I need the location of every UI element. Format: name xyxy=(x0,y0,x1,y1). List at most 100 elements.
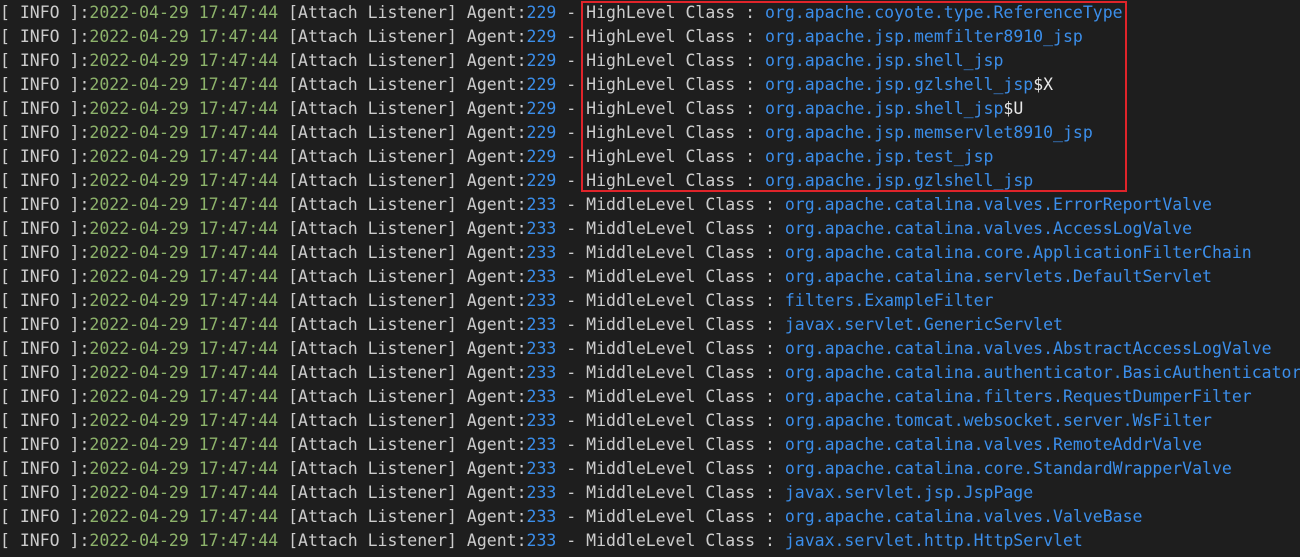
agent-id: 233 xyxy=(526,531,557,550)
log-line: [ INFO ]:2022-04-29 17:47:44 [Attach Lis… xyxy=(0,361,1300,385)
log-timestamp: 2022-04-29 17:47:44 xyxy=(89,195,279,214)
log-source: [Attach Listener] Agent: xyxy=(278,243,527,262)
log-source: [Attach Listener] Agent: xyxy=(278,171,527,190)
agent-id: 233 xyxy=(526,459,557,478)
log-separator: : xyxy=(79,315,90,334)
log-line: [ INFO ]:2022-04-29 17:47:44 [Attach Lis… xyxy=(0,49,1300,73)
log-level: [ INFO ] xyxy=(0,75,80,94)
log-timestamp: 2022-04-29 17:47:44 xyxy=(89,483,279,502)
agent-id: 233 xyxy=(526,195,557,214)
log-timestamp: 2022-04-29 17:47:44 xyxy=(89,3,279,22)
log-line: [ INFO ]:2022-04-29 17:47:44 [Attach Lis… xyxy=(0,25,1300,49)
class-level-label: - MiddleLevel Class : xyxy=(556,291,785,310)
log-separator: : xyxy=(79,171,90,190)
class-level-label: - MiddleLevel Class : xyxy=(556,219,785,238)
log-level: [ INFO ] xyxy=(0,51,80,70)
log-line: [ INFO ]:2022-04-29 17:47:44 [Attach Lis… xyxy=(0,265,1300,289)
log-source: [Attach Listener] Agent: xyxy=(278,195,527,214)
log-timestamp: 2022-04-29 17:47:44 xyxy=(89,387,279,406)
log-line: [ INFO ]:2022-04-29 17:47:44 [Attach Lis… xyxy=(0,481,1300,505)
class-name: org.apache.jsp.shell_jsp xyxy=(764,51,1004,70)
log-separator: : xyxy=(79,51,90,70)
log-separator: : xyxy=(79,531,90,550)
class-name: org.apache.catalina.authenticator.BasicA… xyxy=(784,363,1300,382)
log-source: [Attach Listener] Agent: xyxy=(278,123,527,142)
log-timestamp: 2022-04-29 17:47:44 xyxy=(89,219,279,238)
agent-id: 229 xyxy=(526,3,557,22)
log-separator: : xyxy=(79,507,90,526)
log-separator: : xyxy=(79,99,90,118)
agent-id: 229 xyxy=(526,51,557,70)
log-level: [ INFO ] xyxy=(0,387,80,406)
log-line: [ INFO ]:2022-04-29 17:47:44 [Attach Lis… xyxy=(0,529,1300,553)
log-timestamp: 2022-04-29 17:47:44 xyxy=(89,315,279,334)
log-line: [ INFO ]:2022-04-29 17:47:44 [Attach Lis… xyxy=(0,409,1300,433)
agent-id: 229 xyxy=(526,171,557,190)
class-name: org.apache.catalina.valves.AccessLogValv… xyxy=(784,219,1193,238)
log-source: [Attach Listener] Agent: xyxy=(278,483,527,502)
log-timestamp: 2022-04-29 17:47:44 xyxy=(89,147,279,166)
log-line: [ INFO ]:2022-04-29 17:47:44 [Attach Lis… xyxy=(0,313,1300,337)
log-level: [ INFO ] xyxy=(0,363,80,382)
log-level: [ INFO ] xyxy=(0,171,80,190)
log-timestamp: 2022-04-29 17:47:44 xyxy=(89,339,279,358)
log-timestamp: 2022-04-29 17:47:44 xyxy=(89,363,279,382)
class-suffix: $U xyxy=(1003,99,1024,118)
class-name: org.apache.catalina.valves.ValveBase xyxy=(784,507,1143,526)
log-level: [ INFO ] xyxy=(0,219,80,238)
log-source: [Attach Listener] Agent: xyxy=(278,363,527,382)
log-source: [Attach Listener] Agent: xyxy=(278,291,527,310)
log-level: [ INFO ] xyxy=(0,435,80,454)
class-name: org.apache.jsp.gzlshell_jsp xyxy=(764,75,1034,94)
log-line: [ INFO ]:2022-04-29 17:47:44 [Attach Lis… xyxy=(0,1,1300,25)
log-separator: : xyxy=(79,195,90,214)
class-level-label: - MiddleLevel Class : xyxy=(556,243,785,262)
log-separator: : xyxy=(79,411,90,430)
class-level-label: - MiddleLevel Class : xyxy=(556,339,785,358)
log-source: [Attach Listener] Agent: xyxy=(278,387,527,406)
log-line: [ INFO ]:2022-04-29 17:47:44 [Attach Lis… xyxy=(0,433,1300,457)
agent-id: 233 xyxy=(526,483,557,502)
class-level-label: - HighLevel Class : xyxy=(556,171,765,190)
agent-id: 229 xyxy=(526,27,557,46)
terminal-output[interactable]: [ INFO ]:2022-04-29 17:47:44 [Attach Lis… xyxy=(0,1,1300,557)
log-level: [ INFO ] xyxy=(0,315,80,334)
log-timestamp: 2022-04-29 17:47:44 xyxy=(89,123,279,142)
agent-id: 233 xyxy=(526,339,557,358)
log-level: [ INFO ] xyxy=(0,483,80,502)
log-line: [ INFO ]:2022-04-29 17:47:44 [Attach Lis… xyxy=(0,217,1300,241)
log-timestamp: 2022-04-29 17:47:44 xyxy=(89,459,279,478)
log-line: [ INFO ]:2022-04-29 17:47:44 [Attach Lis… xyxy=(0,385,1300,409)
class-name: org.apache.catalina.valves.ErrorReportVa… xyxy=(784,195,1212,214)
log-separator: : xyxy=(79,387,90,406)
log-separator: : xyxy=(79,147,90,166)
log-separator: : xyxy=(79,219,90,238)
log-line: [ INFO ]:2022-04-29 17:47:44 [Attach Lis… xyxy=(0,121,1300,145)
log-timestamp: 2022-04-29 17:47:44 xyxy=(89,411,279,430)
log-separator: : xyxy=(79,3,90,22)
log-line: [ INFO ]:2022-04-29 17:47:44 [Attach Lis… xyxy=(0,289,1300,313)
agent-id: 233 xyxy=(526,387,557,406)
agent-id: 233 xyxy=(526,291,557,310)
log-line: [ INFO ]:2022-04-29 17:47:44 [Attach Lis… xyxy=(0,505,1300,529)
log-level: [ INFO ] xyxy=(0,3,80,22)
log-separator: : xyxy=(79,435,90,454)
log-timestamp: 2022-04-29 17:47:44 xyxy=(89,27,279,46)
class-level-label: - MiddleLevel Class : xyxy=(556,363,785,382)
class-name: org.apache.jsp.shell_jsp xyxy=(764,99,1004,118)
log-level: [ INFO ] xyxy=(0,459,80,478)
class-level-label: - MiddleLevel Class : xyxy=(556,195,785,214)
agent-id: 233 xyxy=(526,363,557,382)
log-source: [Attach Listener] Agent: xyxy=(278,531,527,550)
class-level-label: - MiddleLevel Class : xyxy=(556,531,785,550)
log-level: [ INFO ] xyxy=(0,99,80,118)
class-name: org.apache.jsp.memfilter8910_jsp xyxy=(764,27,1083,46)
class-name: org.apache.tomcat.websocket.server.WsFil… xyxy=(784,411,1212,430)
class-level-label: - HighLevel Class : xyxy=(556,75,765,94)
log-source: [Attach Listener] Agent: xyxy=(278,27,527,46)
log-source: [Attach Listener] Agent: xyxy=(278,51,527,70)
log-line: [ INFO ]:2022-04-29 17:47:44 [Attach Lis… xyxy=(0,193,1300,217)
log-timestamp: 2022-04-29 17:47:44 xyxy=(89,243,279,262)
class-level-label: - HighLevel Class : xyxy=(556,27,765,46)
log-line: [ INFO ]:2022-04-29 17:47:44 [Attach Lis… xyxy=(0,73,1300,97)
